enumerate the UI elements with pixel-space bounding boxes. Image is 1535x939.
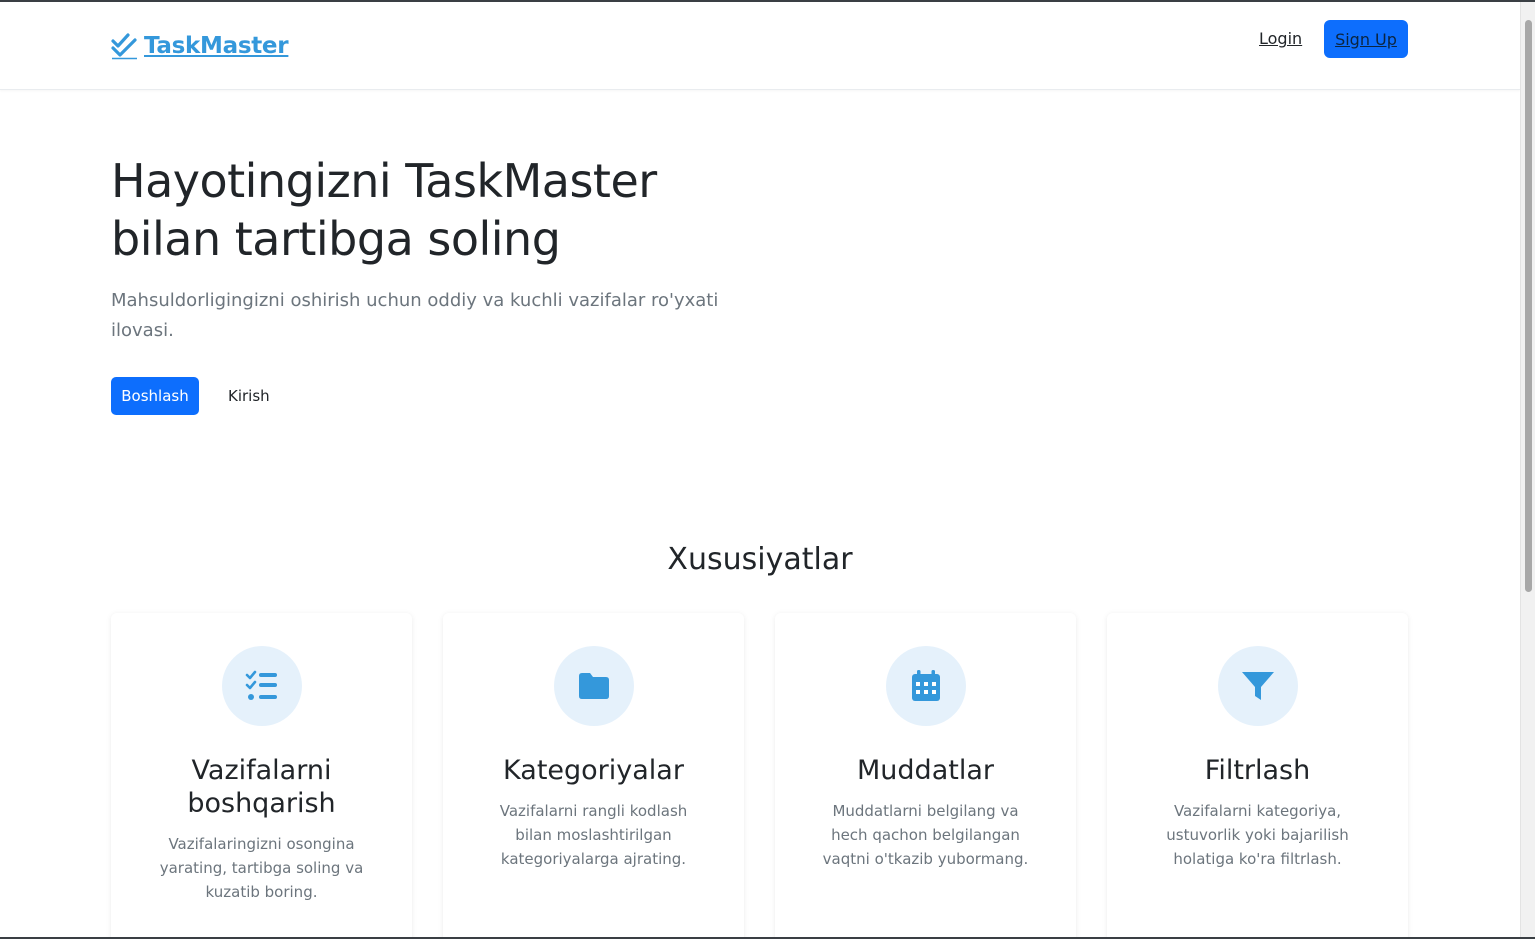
- feature-card-categories: Kategoriyalar Vazifalarni rangli kodlash…: [443, 613, 744, 939]
- page-viewport: TaskMaster Login Sign Up Hayotingizni Ta…: [0, 2, 1520, 939]
- hero-buttons: Boshlash Kirish: [111, 377, 751, 415]
- feature-title: Vazifalarni boshqarish: [187, 755, 336, 819]
- brand-name: TaskMaster: [144, 33, 289, 59]
- feature-card-tasks: Vazifalarni boshqarish Vazifalaringizni …: [111, 613, 412, 939]
- signin-link[interactable]: Kirish: [228, 387, 270, 405]
- filter-icon: [1241, 672, 1274, 700]
- feature-card-deadlines: Muddatlar Muddatlarni belgilang va hech …: [775, 613, 1076, 939]
- vertical-scrollbar[interactable]: [1520, 2, 1535, 939]
- feature-title: Kategoriyalar: [503, 755, 684, 786]
- feature-icon-wrapper: [553, 646, 634, 726]
- feature-title: Muddatlar: [857, 755, 994, 786]
- hero-title: Hayotingizni TaskMaster bilan tartibga s…: [111, 154, 657, 266]
- hero-subtitle: Mahsuldorligingizni oshirish uchun oddiy…: [111, 290, 719, 341]
- signup-button[interactable]: Sign Up: [1324, 20, 1408, 58]
- feature-description: Muddatlarni belgilang va hech qachon bel…: [822, 802, 1029, 868]
- feature-icon-wrapper: [885, 646, 966, 726]
- hero-section: Hayotingizni TaskMaster bilan tartibga s…: [111, 152, 751, 415]
- feature-icon-wrapper: [221, 646, 302, 726]
- features-grid: Vazifalarni boshqarish Vazifalaringizni …: [111, 613, 1408, 939]
- navbar: TaskMaster Login Sign Up: [0, 2, 1520, 90]
- brand-link[interactable]: TaskMaster: [111, 32, 289, 60]
- features-title: Xususiyatlar: [667, 542, 853, 577]
- feature-icon-wrapper: [1217, 646, 1298, 726]
- list-check-icon: [245, 670, 277, 700]
- feature-description: Vazifalarni kategoriya, ustuvorlik yoki …: [1166, 802, 1349, 868]
- double-check-icon: [111, 33, 137, 60]
- feature-title: Filtrlash: [1204, 755, 1311, 786]
- feature-description: Vazifalarni rangli kodlash bilan moslash…: [499, 802, 688, 868]
- feature-card-filter: Filtrlash Vazifalarni kategoriya, ustuvo…: [1107, 613, 1408, 939]
- scrollbar-thumb[interactable]: [1525, 20, 1532, 592]
- feature-description: Vazifalaringizni osongina yarating, tart…: [159, 835, 364, 901]
- login-link[interactable]: Login: [1259, 29, 1302, 48]
- browser-frame: TaskMaster Login Sign Up Hayotingizni Ta…: [0, 0, 1535, 939]
- calendar-icon: [911, 670, 940, 701]
- start-button[interactable]: Boshlash: [111, 377, 199, 415]
- folder-icon: [578, 673, 609, 699]
